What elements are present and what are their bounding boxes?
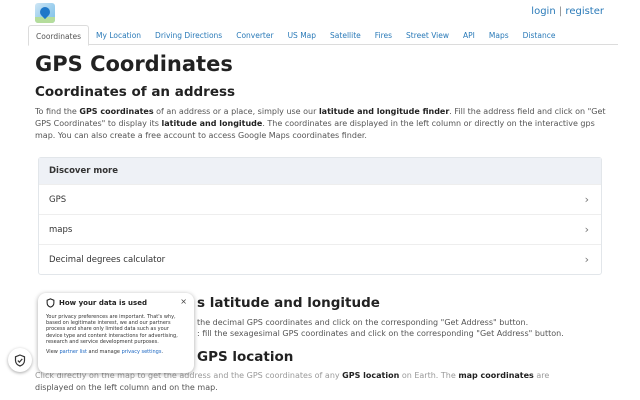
tab-distance[interactable]: Distance — [516, 25, 563, 45]
tab-street-view[interactable]: Street View — [399, 25, 456, 45]
tab-coordinates[interactable]: Coordinates — [28, 25, 90, 46]
discover-more-heading: Discover more — [39, 158, 601, 184]
top-bar: login | register — [0, 0, 640, 26]
page-title: GPS Coordinates — [35, 52, 233, 76]
privacy-shield-button[interactable] — [8, 348, 32, 372]
section2-line2: : fill the sexagesimal GPS coordinates a… — [197, 329, 564, 338]
chevron-right-icon: › — [584, 253, 589, 266]
login-link[interactable]: login — [531, 6, 555, 17]
gps-logo-icon[interactable] — [35, 3, 55, 23]
discover-more-box: Discover more GPS › maps › Decimal degre… — [38, 157, 602, 275]
discover-item-label: GPS — [49, 194, 67, 205]
discover-item-gps[interactable]: GPS › — [39, 184, 601, 214]
tab-api[interactable]: API — [456, 25, 482, 45]
privacy-popup-body: Your privacy preferences are important. … — [46, 314, 178, 345]
chevron-right-icon: › — [584, 223, 589, 236]
chevron-right-icon: › — [584, 193, 589, 206]
privacy-settings-link[interactable]: privacy settings — [122, 349, 162, 355]
section-heading-latlng: s latitude and longitude — [197, 295, 380, 311]
shield-icon — [14, 353, 26, 367]
shield-icon — [46, 298, 55, 308]
discover-item-decimal-degrees[interactable]: Decimal degrees calculator › — [39, 244, 601, 274]
tab-my-location[interactable]: My Location — [89, 25, 148, 45]
close-icon[interactable]: × — [180, 297, 187, 306]
discover-item-label: Decimal degrees calculator — [49, 254, 166, 265]
auth-links: login | register — [531, 6, 604, 17]
intro-paragraph: To find the GPS coordinates of an addres… — [35, 107, 606, 140]
privacy-popup-footer: View partner list and manage privacy set… — [46, 349, 164, 356]
section-heading-gps-location: GPS location — [197, 349, 294, 365]
privacy-popup-title: How your data is used — [46, 298, 186, 308]
section2-line1: the decimal GPS coordinates and click on… — [197, 318, 529, 327]
discover-item-maps[interactable]: maps › — [39, 214, 601, 244]
tab-maps[interactable]: Maps — [482, 25, 516, 45]
tab-converter[interactable]: Converter — [229, 25, 280, 45]
nav-tabs: Coordinates My Location Driving Directio… — [28, 25, 618, 46]
tab-satellite[interactable]: Satellite — [323, 25, 368, 45]
auth-separator: | — [558, 6, 563, 17]
register-link[interactable]: register — [565, 6, 604, 17]
privacy-popup: How your data is used × Your privacy pre… — [38, 293, 194, 373]
section-heading-address: Coordinates of an address — [35, 84, 236, 100]
tab-us-map[interactable]: US Map — [281, 25, 323, 45]
tab-driving-directions[interactable]: Driving Directions — [148, 25, 229, 45]
partner-list-link[interactable]: partner list — [59, 349, 87, 355]
tab-fires[interactable]: Fires — [368, 25, 399, 45]
section3-line2: displayed on the left column and on the … — [35, 383, 218, 392]
discover-item-label: maps — [49, 224, 73, 235]
